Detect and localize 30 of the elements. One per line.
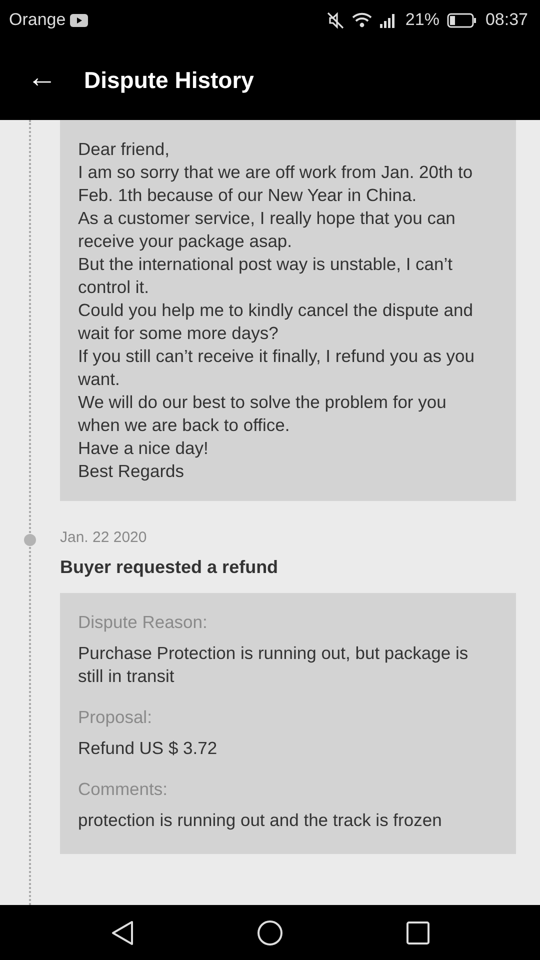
message-text: We will do our best to solve the problem for you when we are back to office. [78,391,448,437]
message-text: Could you help me to kindly cancel the dispute and wait for some more days? [78,299,474,345]
event-title: Buyer requested a refund [60,556,280,579]
clock-time: 08:37 [485,9,528,32]
signal-icon [380,12,398,28]
field-label: Comments: [78,778,168,800]
field-label: Dispute Reason: [78,610,208,634]
field-value: protection is running out and the track is frozen [78,808,443,832]
screen-title: Dispute History [84,66,254,95]
back-nav-icon [110,920,134,946]
battery-icon [447,12,478,28]
message-text: If you still can’t receive it finally, I refund you as you want. [78,345,476,391]
back-button[interactable]: ← [0,63,84,97]
field-value: Purchase Protection is running out, but package is still in transit [78,642,470,688]
mute-icon [327,12,344,28]
video-icon [70,14,88,26]
battery-percent: 21% [405,9,440,32]
field-label: Proposal: [78,706,153,728]
home-nav-icon [256,920,283,946]
message-text: Best Regards [78,460,186,483]
message-text: I am so sorry that we are off work from Jan. 20th to Feb. 1th because of our New Year in China. [78,161,474,207]
field-value: Refund US $ 3.72 [78,736,218,760]
wifi-icon [352,12,372,28]
event-date: Jan. 22 2020 [60,528,148,548]
message-text: Dear friend, [78,138,170,161]
recents-nav-icon [406,920,430,944]
message-text: Have a nice day! [78,437,210,460]
message-text: But the international post way is unstable, I can’t control it. [78,253,454,299]
message-text: As a customer service, I really hope that you can receive your package asap. [78,207,456,253]
carrier-name: Orange [9,9,66,32]
